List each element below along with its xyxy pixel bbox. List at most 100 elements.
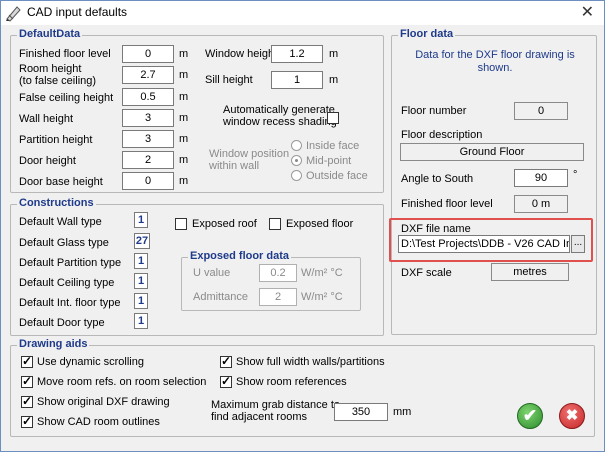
u-value-input[interactable]: 0.2 [259, 264, 297, 282]
dxf-scale-label: DXF scale [401, 267, 452, 279]
floor-data-info: Data for the DXF floor drawing is shown. [397, 49, 593, 75]
max-grab-label-2: find adjacent rooms [211, 411, 307, 423]
partition-height-label: Partition height [19, 134, 93, 146]
move-room-refs-checkbox[interactable] [21, 374, 33, 388]
exposed-floor-checkbox[interactable] [269, 218, 281, 230]
outside-face-label: Outside face [306, 170, 368, 182]
partition-height-unit: m [179, 133, 189, 145]
door-height-input[interactable]: 2 [122, 151, 174, 169]
door-base-height-unit: m [179, 175, 189, 187]
constructions-title: Constructions [17, 197, 96, 209]
window-height-label: Window height [205, 48, 278, 60]
window-position-label-2: within wall [209, 160, 260, 172]
exposed-roof-checkbox[interactable] [175, 218, 187, 230]
window-height-unit: m [329, 48, 339, 60]
inside-face-radio[interactable] [291, 140, 302, 151]
floor-number-field: 0 [514, 102, 568, 120]
cad-app-icon [6, 6, 21, 22]
max-grab-unit: mm [393, 406, 412, 418]
wall-type-input[interactable]: 1 [134, 212, 148, 228]
exposed-roof-label: Exposed roof [192, 218, 257, 230]
dxf-scale-field: metres [491, 263, 569, 281]
sill-height-label: Sill height [205, 74, 253, 86]
default-data-title: DefaultData [17, 28, 83, 40]
door-base-height-label: Door base height [19, 176, 103, 188]
floor-data-title: Floor data [398, 28, 456, 40]
floor-data-info-line-1: Data for the DXF floor drawing is [415, 49, 575, 61]
dynamic-scrolling-label: Use dynamic scrolling [37, 356, 144, 368]
wall-height-unit: m [179, 112, 189, 124]
window-height-input[interactable]: 1.2 [271, 45, 323, 63]
false-ceiling-height-unit: m [179, 91, 189, 103]
int-floor-type-label: Default Int. floor type [19, 297, 121, 309]
wall-height-input[interactable]: 3 [122, 109, 174, 127]
admittance-input[interactable]: 2 [259, 288, 297, 306]
door-type-label: Default Door type [19, 317, 105, 329]
angle-to-south-label: Angle to South [401, 173, 474, 185]
exposed-floor-data-title: Exposed floor data [188, 250, 292, 262]
auto-recess-label-2: window recess shading [223, 116, 337, 128]
mid-point-label: Mid-point [306, 155, 352, 167]
cancel-button[interactable]: ✖ [559, 403, 585, 429]
door-base-height-input[interactable]: 0 [122, 172, 174, 190]
wall-type-label: Default Wall type [19, 216, 102, 228]
close-icon[interactable]: ✕ [581, 3, 594, 23]
floor-data-info-line-2: shown. [477, 62, 513, 74]
u-value-label: U value [193, 267, 231, 279]
room-height-label-1: Room height [19, 63, 82, 75]
show-cad-outlines-label: Show CAD room outlines [37, 416, 160, 428]
finished-floor-level-unit: m [179, 48, 189, 60]
admittance-label: Admittance [193, 291, 249, 303]
wall-height-label: Wall height [19, 113, 74, 125]
door-type-input[interactable]: 1 [134, 313, 148, 329]
dialog-window: CAD input defaults ✕ DefaultData Finishe… [0, 0, 605, 452]
show-dxf-checkbox[interactable] [21, 394, 33, 408]
outside-face-radio[interactable] [291, 170, 302, 181]
floor-description-label: Floor description [401, 129, 483, 141]
room-height-label-2: (to false ceiling) [19, 75, 97, 87]
auto-recess-checkbox[interactable] [327, 112, 339, 124]
angle-to-south-input[interactable]: 90 [514, 169, 568, 187]
ceiling-type-label: Default Ceiling type [19, 277, 115, 289]
show-cad-outlines-checkbox[interactable] [21, 414, 33, 428]
partition-height-input[interactable]: 3 [122, 130, 174, 148]
floor-number-label: Floor number [401, 105, 467, 117]
max-grab-input[interactable]: 350 [334, 403, 388, 421]
room-height-unit: m [179, 69, 189, 81]
window-position-label-1: Window position [209, 148, 290, 160]
auto-recess-label-1: Automatically generate [223, 104, 335, 116]
door-height-label: Door height [19, 155, 76, 167]
finished-floor-level-input[interactable]: 0 [122, 45, 174, 63]
sill-height-unit: m [329, 74, 339, 86]
exposed-floor-label: Exposed floor [286, 218, 354, 230]
show-full-width-checkbox[interactable] [220, 354, 232, 368]
dxf-highlight-box [389, 218, 593, 262]
window-title: CAD input defaults [27, 5, 128, 19]
ceiling-type-input[interactable]: 1 [134, 273, 148, 289]
drawing-aids-title: Drawing aids [17, 338, 90, 350]
title-bar: CAD input defaults ✕ [1, 1, 604, 25]
mid-point-radio[interactable] [291, 155, 302, 166]
finished-floor-level-field: 0 m [514, 195, 568, 213]
glass-type-label: Default Glass type [19, 237, 109, 249]
admittance-unit: W/m² °C [301, 291, 343, 303]
check-icon: ✔ [522, 406, 538, 425]
ok-button[interactable]: ✔ [517, 403, 543, 429]
u-value-unit: W/m² °C [301, 267, 343, 279]
angle-to-south-unit: ° [573, 169, 578, 181]
max-grab-label-1: Maximum grab distance to [211, 399, 340, 411]
int-floor-type-input[interactable]: 1 [134, 293, 148, 309]
sill-height-input[interactable]: 1 [271, 71, 323, 89]
move-room-refs-label: Move room refs. on room selection [37, 376, 207, 388]
show-room-refs-checkbox[interactable] [220, 374, 232, 388]
partition-type-label: Default Partition type [19, 257, 122, 269]
room-height-input[interactable]: 2.7 [122, 66, 174, 84]
show-full-width-label: Show full width walls/partitions [236, 356, 385, 368]
dynamic-scrolling-checkbox[interactable] [21, 354, 33, 368]
floor-description-field: Ground Floor [400, 143, 584, 161]
false-ceiling-height-label: False ceiling height [19, 92, 114, 104]
glass-type-input[interactable]: 27 [134, 233, 150, 249]
partition-type-input[interactable]: 1 [134, 253, 148, 269]
finished-floor-level-label: Finished floor level [19, 48, 111, 60]
false-ceiling-height-input[interactable]: 0.5 [122, 88, 174, 106]
